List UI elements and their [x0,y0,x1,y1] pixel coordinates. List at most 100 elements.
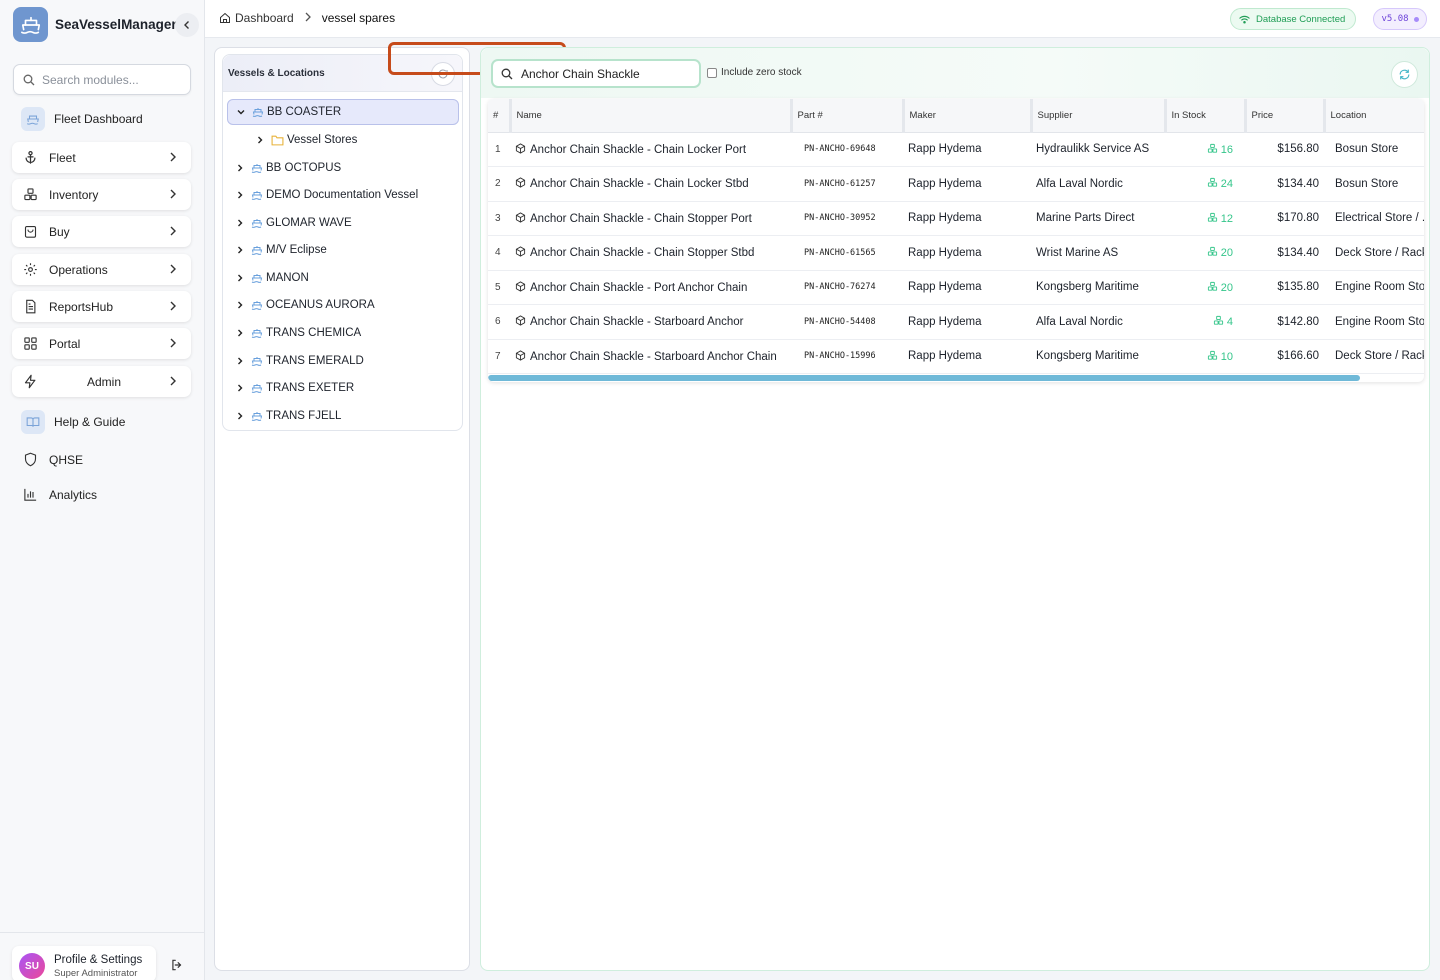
table-row[interactable]: 2 Anchor Chain Shackle - Chain Locker Stb… [488,166,1424,202]
part-search[interactable] [491,59,701,88]
column-header-price[interactable]: Price [1245,99,1326,133]
brand[interactable]: SeaVesselManager [13,7,177,42]
chevron-right-icon[interactable] [233,218,247,228]
breadcrumb-dashboard-link[interactable]: Dashboard [235,11,294,25]
part-number: PN-ANCHO-61565 [791,235,903,271]
part-name-cell[interactable]: Anchor Chain Shackle - Starboard Anchor … [510,339,791,374]
chevron-right-icon[interactable] [233,411,247,421]
database-status-text: Database Connected [1256,13,1346,25]
collapse-sidebar-button[interactable] [175,13,199,37]
supplier: Alfa Laval Nordic [1031,166,1165,202]
include-zero-stock-toggle[interactable]: Include zero stock [707,67,802,78]
version-dot [1413,16,1419,22]
nav-portal[interactable]: Portal [12,328,191,359]
column-header-in-stock[interactable]: In Stock [1165,99,1247,133]
chevron-right-icon[interactable] [253,135,267,145]
chevron-right-icon[interactable] [233,273,247,283]
column-header-name[interactable]: Name [510,99,793,133]
location: Engine Room Store [1324,304,1424,340]
chevron-down-icon[interactable] [234,107,248,117]
cube-icon [515,177,526,188]
part-name-cell[interactable]: Anchor Chain Shackle - Chain Locker Port [510,132,791,167]
nav-analytics[interactable]: Analytics [12,479,191,510]
tree-item-folder[interactable]: Vessel Stores [247,127,459,153]
profile-settings-button[interactable]: SU Profile & Settings Super Administrato… [12,946,156,980]
report-icon [21,298,39,316]
horizontal-scrollbar[interactable] [488,375,1360,381]
tree-item-vessel[interactable]: BB OCTOPUS [227,155,459,181]
tree-item-vessel[interactable]: TRANS EMERALD [227,348,459,374]
nav-inventory[interactable]: Inventory [12,179,191,210]
column-header-location[interactable]: Location [1324,99,1424,133]
nav-qhse[interactable]: QHSE [12,444,191,475]
table-row[interactable]: 6 Anchor Chain Shackle - Starboard Anchor… [488,304,1424,340]
chevron-right-icon[interactable] [233,383,247,393]
parts-refresh-button[interactable] [1391,61,1418,88]
include-zero-stock-checkbox[interactable] [707,67,717,78]
tree-item-vessel[interactable]: OCEANUS AURORA [227,292,459,318]
nav-label: Buy [49,224,70,239]
nav-reportshub[interactable]: ReportsHub [12,291,191,322]
chevron-right-icon[interactable] [233,245,247,255]
boxes-icon [21,186,39,204]
part-name-cell[interactable]: Anchor Chain Shackle - Chain Locker Stbd [510,166,791,202]
table-row[interactable]: 5 Anchor Chain Shackle - Port Anchor Chai… [488,270,1424,305]
chevron-right-icon [170,264,176,274]
tree-item-vessel[interactable]: TRANS CHEMICA [227,320,459,346]
module-search-input[interactable] [42,72,172,87]
boxes-icon [1207,143,1217,153]
table-row[interactable]: 7 Anchor Chain Shackle - Starboard Anchor… [488,339,1424,374]
ship-icon [251,327,263,339]
column-header-part-number[interactable]: Part # [791,99,905,133]
tree-item-vessel[interactable]: MANON [227,265,459,291]
tree-item-vessel[interactable]: TRANS EXETER [227,375,459,401]
logout-icon[interactable] [170,958,184,972]
ship-icon [251,299,263,311]
nav-admin[interactable]: Admin [12,366,191,397]
cube-icon [515,350,526,361]
nav-operations[interactable]: Operations [12,254,191,285]
breadcrumb: Dashboard vessel spares [219,11,395,25]
part-name-cell[interactable]: Anchor Chain Shackle - Port Anchor Chain [510,270,791,305]
refresh-icon [1399,69,1410,80]
column-header-index[interactable]: # [488,99,512,133]
ship-icon [21,106,45,131]
tree-item-label: BB OCTOPUS [266,162,342,174]
profile-name: Profile & Settings [54,954,143,966]
module-search[interactable] [13,64,191,95]
nav-buy[interactable]: Buy [12,216,191,247]
row-index: 4 [488,235,510,271]
chevron-right-icon[interactable] [233,356,247,366]
part-name-cell[interactable]: Anchor Chain Shackle - Starboard Anchor [510,304,791,340]
tree-item-vessel[interactable]: M/V Eclipse [227,237,459,263]
maker: Rapp Hydema [903,270,1031,305]
nav-fleet[interactable]: Fleet [12,142,191,173]
part-name-cell[interactable]: Anchor Chain Shackle - Chain Stopper Stb… [510,235,791,271]
table-row[interactable]: 4 Anchor Chain Shackle - Chain Stopper St… [488,235,1424,271]
tree-item-vessel[interactable]: BB COASTER [227,99,459,125]
tree-item-vessel[interactable]: GLOMAR WAVE [227,210,459,236]
in-stock: 20 [1220,281,1233,294]
supplier: Kongsberg Maritime [1031,270,1165,305]
part-search-input[interactable] [521,66,696,81]
table-row[interactable]: 1 Anchor Chain Shackle - Chain Locker Por… [488,132,1424,167]
chevron-right-icon[interactable] [233,300,247,310]
boxes-icon [1207,212,1217,222]
tree-item-label: Vessel Stores [287,134,358,146]
tree-item-label: OCEANUS AURORA [266,299,375,311]
chevron-right-icon[interactable] [233,190,247,200]
table-row[interactable]: 3 Anchor Chain Shackle - Chain Stopper Po… [488,201,1424,236]
ship-icon [251,355,263,367]
version-badge: v5.08 [1373,8,1427,30]
nav-help-guide[interactable]: Help & Guide [12,406,191,437]
part-name-cell[interactable]: Anchor Chain Shackle - Chain Stopper Por… [510,201,791,236]
tree-item-vessel[interactable]: TRANS FJELL [227,403,459,429]
nav-fleet-dashboard[interactable]: Fleet Dashboard [12,103,191,134]
table-header-row: # Name Part # Maker Supplier In Stock Pr… [488,99,1424,133]
chevron-right-icon[interactable] [233,163,247,173]
column-header-supplier[interactable]: Supplier [1031,99,1167,133]
chevron-right-icon[interactable] [233,328,247,338]
column-header-maker[interactable]: Maker [903,99,1033,133]
tree-item-vessel[interactable]: DEMO Documentation Vessel [227,182,459,208]
tree-item-label: MANON [266,272,309,284]
